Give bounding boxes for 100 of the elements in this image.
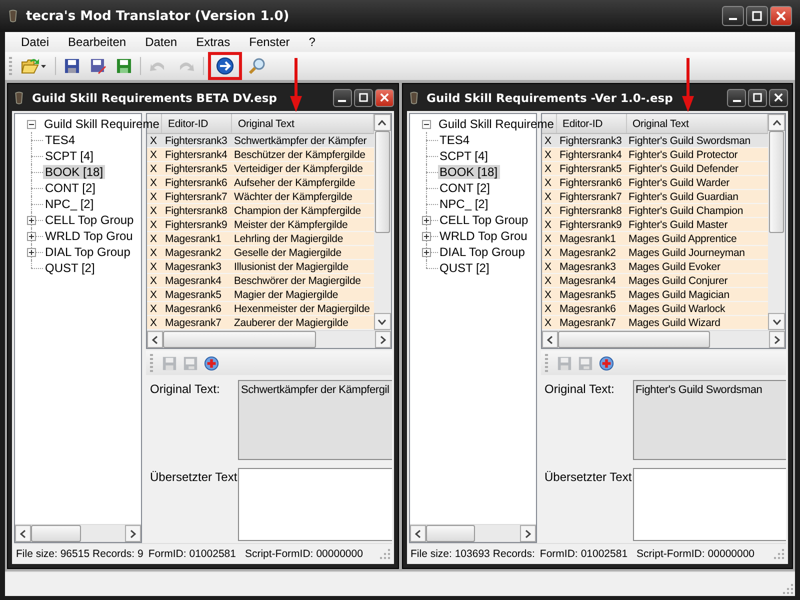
chevron-right-icon[interactable] xyxy=(380,336,386,344)
table-row[interactable]: X Magesrank4 Mages Guild Conjurer xyxy=(542,274,768,288)
original-text-field[interactable]: Schwertkämpfer der Kämpfergil xyxy=(238,380,392,460)
table-row[interactable]: X Fightersrank5 Verteidiger der Kämpfergilde xyxy=(147,162,374,176)
tree-item[interactable]: DIAL Top Group xyxy=(438,245,527,259)
tree-item[interactable]: CELL Top Group xyxy=(438,213,530,227)
expand-icon[interactable] xyxy=(27,248,36,256)
tree-item[interactable]: Guild Skill Requireme xyxy=(42,117,162,131)
table-row[interactable]: X Fightersrank8 Fighter's Guild Champion xyxy=(542,204,768,218)
table-row[interactable]: X Magesrank2 Mages Guild Journeyman xyxy=(542,246,768,260)
menu-item[interactable]: Extras xyxy=(188,33,238,51)
maximize-button[interactable] xyxy=(746,6,768,26)
menu-item[interactable]: Datei xyxy=(13,33,58,51)
menu-item[interactable]: ? xyxy=(300,33,324,51)
chevron-left-icon[interactable] xyxy=(20,530,26,538)
tree-item[interactable]: TES4 xyxy=(43,133,78,147)
table-row[interactable]: X Magesrank7 Zauberer der Magiergilde xyxy=(147,316,374,330)
chevron-down-icon[interactable] xyxy=(772,318,780,324)
chevron-left-icon[interactable] xyxy=(414,530,420,538)
expand-icon[interactable] xyxy=(27,216,36,224)
horizontal-scrollbar[interactable] xyxy=(15,524,141,542)
chevron-down-icon[interactable] xyxy=(378,318,386,324)
column-header[interactable]: Editor-ID xyxy=(162,114,232,133)
table-row[interactable]: X Fightersrank7 Fighter's Guild Guardian xyxy=(542,190,768,204)
close-button[interactable] xyxy=(374,88,394,106)
tree-item[interactable]: CELL Top Group xyxy=(43,213,136,227)
maximize-button[interactable] xyxy=(354,88,372,106)
add-icon[interactable] xyxy=(204,356,219,370)
collapse-icon[interactable] xyxy=(27,120,36,128)
collapse-icon[interactable] xyxy=(422,120,430,128)
table-row[interactable]: X Magesrank5 Mages Guild Magician xyxy=(542,288,768,302)
expand-icon[interactable] xyxy=(422,216,430,224)
table-row[interactable]: X Magesrank2 Geselle der Magiergilde xyxy=(147,246,374,260)
table-row[interactable]: X Fightersrank8 Champion der Kämpfergilde xyxy=(147,204,374,218)
horizontal-scrollbar[interactable] xyxy=(410,524,536,542)
translated-text-field[interactable] xyxy=(238,468,392,541)
chevron-right-icon[interactable] xyxy=(774,336,780,344)
table-row[interactable]: X Fightersrank9 Meister der Kämpfergilde xyxy=(147,218,374,232)
close-button[interactable] xyxy=(769,88,788,106)
tree-item[interactable]: SCPT [4] xyxy=(43,149,96,163)
table-row[interactable]: X Magesrank1 Mages Guild Apprentice xyxy=(542,232,768,246)
table-row[interactable]: X Magesrank7 Mages Guild Wizard xyxy=(542,316,768,330)
minimize-button[interactable] xyxy=(722,6,744,26)
table-row[interactable]: X Magesrank3 Mages Guild Evoker xyxy=(542,260,768,274)
resize-grip-icon[interactable] xyxy=(774,549,784,559)
table-row[interactable]: X Fightersrank6 Fighter's Guild Warder xyxy=(542,176,768,190)
tree-item[interactable]: WRLD Top Grou xyxy=(438,229,530,243)
table-row[interactable]: X Fightersrank6 Aufseher der Kämpfergilde xyxy=(147,176,374,190)
tree-item[interactable]: QUST [2] xyxy=(438,261,492,275)
table-row[interactable]: X Magesrank4 Beschwörer der Magiergilde xyxy=(147,274,374,288)
expand-icon[interactable] xyxy=(422,248,430,256)
chevron-right-icon[interactable] xyxy=(524,530,530,538)
chevron-left-icon[interactable] xyxy=(546,336,552,344)
table-row[interactable]: X Fightersrank4 Fighter's Guild Protector xyxy=(542,148,768,162)
tree-item[interactable]: NPC_ [2] xyxy=(438,197,490,211)
chevron-right-icon[interactable] xyxy=(130,530,136,538)
table-row[interactable]: X Magesrank1 Lehrling der Magiergilde xyxy=(147,232,374,246)
add-icon[interactable] xyxy=(598,356,614,370)
vertical-scrollbar[interactable] xyxy=(768,114,785,330)
table-row[interactable]: X Magesrank3 Illusionist der Magiergilde xyxy=(147,260,374,274)
tree-item[interactable]: Guild Skill Requireme xyxy=(436,117,556,131)
chevron-left-icon[interactable] xyxy=(152,336,158,344)
column-header[interactable]: Editor-ID xyxy=(556,114,626,133)
tree-item[interactable]: BOOK [18] xyxy=(438,165,500,179)
table-row[interactable]: X Magesrank6 Hexenmeister der Magiergilde xyxy=(147,302,374,316)
resize-grip-icon[interactable] xyxy=(380,549,390,559)
table-row[interactable]: X Fightersrank3 Fighter's Guild Swordsman xyxy=(542,134,768,148)
horizontal-scrollbar[interactable] xyxy=(147,330,390,348)
tree-item[interactable]: SCPT [4] xyxy=(438,149,490,163)
tree-item[interactable]: CONT [2] xyxy=(43,181,98,195)
maximize-button[interactable] xyxy=(748,88,767,106)
tree-item[interactable]: BOOK [18] xyxy=(43,165,106,179)
tree-item[interactable]: DIAL Top Group xyxy=(43,245,132,259)
menu-item[interactable]: Bearbeiten xyxy=(60,33,134,51)
floppy-pen-icon xyxy=(90,58,106,74)
original-text-field[interactable]: Fighter's Guild Swordsman xyxy=(632,380,786,460)
expand-icon[interactable] xyxy=(422,232,430,240)
table-row[interactable]: X Fightersrank4 Beschützer der Kämpfergilde xyxy=(147,148,374,162)
minimize-button[interactable] xyxy=(332,88,352,106)
menu-item[interactable]: Daten xyxy=(137,33,186,51)
table-row[interactable]: X Fightersrank9 Fighter's Guild Master xyxy=(542,218,768,232)
vertical-scrollbar[interactable] xyxy=(374,114,390,330)
horizontal-scrollbar[interactable] xyxy=(542,330,785,348)
table-row[interactable]: X Magesrank5 Magier der Magiergilde xyxy=(147,288,374,302)
tree-item[interactable]: CONT [2] xyxy=(438,181,492,195)
chevron-up-icon[interactable] xyxy=(772,120,780,126)
tree-item[interactable]: TES4 xyxy=(438,133,472,147)
table-row[interactable]: X Magesrank6 Mages Guild Warlock xyxy=(542,302,768,316)
table-row[interactable]: X Fightersrank3 Schwertkämpfer der Kämpfer xyxy=(147,134,374,148)
table-row[interactable]: X Fightersrank5 Fighter's Guild Defender xyxy=(542,162,768,176)
translated-text-field[interactable] xyxy=(632,468,786,541)
chevron-up-icon[interactable] xyxy=(378,120,386,126)
tree-item[interactable]: QUST [2] xyxy=(43,261,97,275)
tree-item[interactable]: NPC_ [2] xyxy=(43,197,96,211)
table-row[interactable]: X Fightersrank7 Wächter der Kämpfergilde xyxy=(147,190,374,204)
menu-item[interactable]: Fenster xyxy=(241,33,298,51)
expand-icon[interactable] xyxy=(27,232,36,240)
minimize-button[interactable] xyxy=(727,88,746,106)
resize-grip-icon[interactable] xyxy=(783,584,793,594)
tree-item[interactable]: WRLD Top Grou xyxy=(43,229,135,243)
